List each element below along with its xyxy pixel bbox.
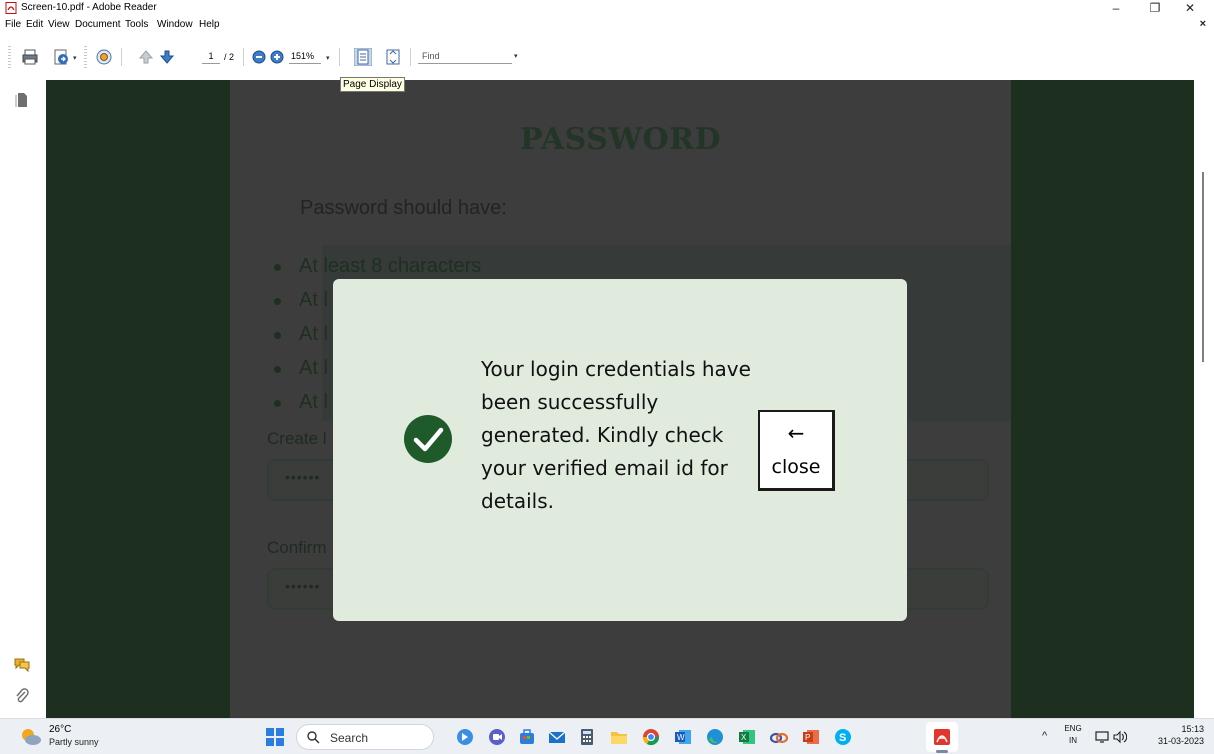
back-arrow-icon: ←: [787, 421, 805, 445]
attachments-panel-icon[interactable]: [14, 688, 30, 704]
export-dropdown-icon[interactable]: ▾: [73, 54, 80, 62]
vertical-scrollbar[interactable]: [1194, 80, 1214, 718]
page-heading: PASSWORD: [519, 122, 722, 157]
store-icon[interactable]: [518, 728, 536, 746]
window-title: Screen-10.pdf - Adobe Reader: [21, 2, 157, 13]
toolbar-separator: [410, 48, 411, 66]
toolbar: ▾ 1 / 2 151% ▾ Find ▾: [0, 34, 1214, 80]
check-circle-icon: [404, 415, 452, 463]
adobe-reader-window: Screen-10.pdf - Adobe Reader – ❐ ✕ File …: [0, 0, 1214, 754]
close-document-button[interactable]: ×: [1200, 18, 1206, 30]
active-app-indicator: [936, 750, 948, 753]
region-code: IN: [1069, 736, 1077, 745]
restore-button[interactable]: ❐: [1141, 0, 1169, 17]
adobe-reader-icon[interactable]: [933, 728, 951, 746]
partly-sunny-icon[interactable]: [20, 727, 42, 747]
zoom-level-input[interactable]: 151%: [289, 50, 321, 64]
menu-file[interactable]: File: [5, 19, 21, 30]
scrollbar-thumb[interactable]: [1202, 172, 1204, 362]
loop-icon[interactable]: [770, 728, 788, 746]
copilot-icon[interactable]: [456, 728, 474, 746]
find-input[interactable]: Find: [418, 50, 512, 64]
skype-icon[interactable]: S: [834, 728, 852, 746]
close-button[interactable]: ← close: [758, 410, 835, 491]
input-language[interactable]: ENG IN: [1062, 723, 1084, 747]
page-number-input[interactable]: 1: [202, 50, 220, 64]
toolbar-separator: [121, 48, 122, 66]
toolbar-grip[interactable]: [84, 46, 87, 68]
close-label: close: [771, 456, 821, 478]
word-icon[interactable]: W: [674, 728, 692, 746]
pages-panel-icon[interactable]: [14, 92, 30, 108]
create-password-label: Create l: [267, 429, 327, 448]
menu-view[interactable]: View: [48, 19, 70, 30]
svg-text:P: P: [805, 733, 810, 742]
menu-edit[interactable]: Edit: [26, 19, 43, 30]
language-code: ENG: [1064, 724, 1082, 733]
title-bar: Screen-10.pdf - Adobe Reader – ❐ ✕: [0, 0, 1214, 17]
excel-icon[interactable]: X: [738, 728, 756, 746]
teams-chat-icon[interactable]: [488, 728, 506, 746]
powerpoint-icon[interactable]: P: [802, 728, 820, 746]
zoom-in-icon[interactable]: [268, 48, 286, 66]
zoom-out-icon[interactable]: [250, 48, 268, 66]
toolbar-separator: [243, 48, 244, 66]
hand-tool-icon[interactable]: [95, 48, 113, 66]
print-icon[interactable]: [21, 48, 39, 66]
svg-text:W: W: [677, 733, 685, 742]
weather-description[interactable]: Partly sunny: [49, 737, 99, 747]
zoom-dropdown-icon[interactable]: ▾: [326, 54, 333, 62]
comments-panel-icon[interactable]: [14, 656, 30, 672]
clock-date: 31-03-2023: [1157, 736, 1204, 746]
svg-text:X: X: [741, 733, 747, 742]
chrome-icon[interactable]: [642, 728, 660, 746]
svg-text:S: S: [839, 732, 846, 744]
single-page-icon[interactable]: [354, 48, 372, 66]
menu-document[interactable]: Document: [75, 19, 121, 30]
success-message: Your login credentials have been success…: [481, 357, 751, 513]
page-display-tooltip: Page Display: [340, 77, 405, 92]
start-icon[interactable]: [266, 728, 284, 746]
volume-icon[interactable]: [1113, 730, 1127, 744]
windows-taskbar: 26°C Partly sunny Search W X P S ^ ENG I…: [0, 718, 1214, 754]
fit-page-icon[interactable]: [384, 48, 402, 66]
minimize-button[interactable]: –: [1102, 0, 1130, 17]
show-hidden-icons-icon[interactable]: ^: [1042, 730, 1047, 742]
menu-window[interactable]: Window: [157, 19, 193, 30]
weather-temperature[interactable]: 26°C: [49, 724, 71, 735]
search-label: Search: [330, 731, 369, 745]
create-password-value: ••••••: [285, 469, 321, 485]
toolbar-grip[interactable]: [8, 46, 11, 68]
pdf-file-icon: [5, 2, 17, 14]
find-dropdown-icon[interactable]: ▾: [514, 52, 518, 60]
edge-icon[interactable]: [706, 728, 724, 746]
mail-icon[interactable]: [548, 728, 566, 746]
clock-time: 15:13: [1181, 724, 1204, 734]
menu-help[interactable]: Help: [199, 19, 220, 30]
menu-tools[interactable]: Tools: [125, 19, 148, 30]
page-down-icon[interactable]: [158, 48, 176, 66]
confirm-password-value: ••••••: [285, 578, 321, 594]
clock[interactable]: 15:13 31-03-2023: [1140, 723, 1204, 747]
file-explorer-icon[interactable]: [610, 728, 628, 746]
menu-bar: File Edit View Document Tools Window Hel…: [0, 17, 1214, 34]
page-up-icon[interactable]: [137, 48, 155, 66]
requirements-intro: Password should have:: [300, 197, 507, 219]
calculator-icon[interactable]: [578, 728, 596, 746]
confirm-password-label: Confirm: [267, 538, 327, 557]
search-icon: [307, 731, 320, 744]
close-window-button[interactable]: ✕: [1176, 0, 1204, 17]
taskbar-search[interactable]: Search: [296, 724, 434, 750]
navigation-panel: [0, 80, 46, 718]
export-icon[interactable]: [52, 48, 70, 66]
success-modal: Your login credentials have been success…: [333, 279, 907, 621]
page-total-label: / 2: [224, 52, 235, 62]
network-icon[interactable]: [1095, 730, 1109, 744]
toolbar-separator: [339, 48, 340, 66]
